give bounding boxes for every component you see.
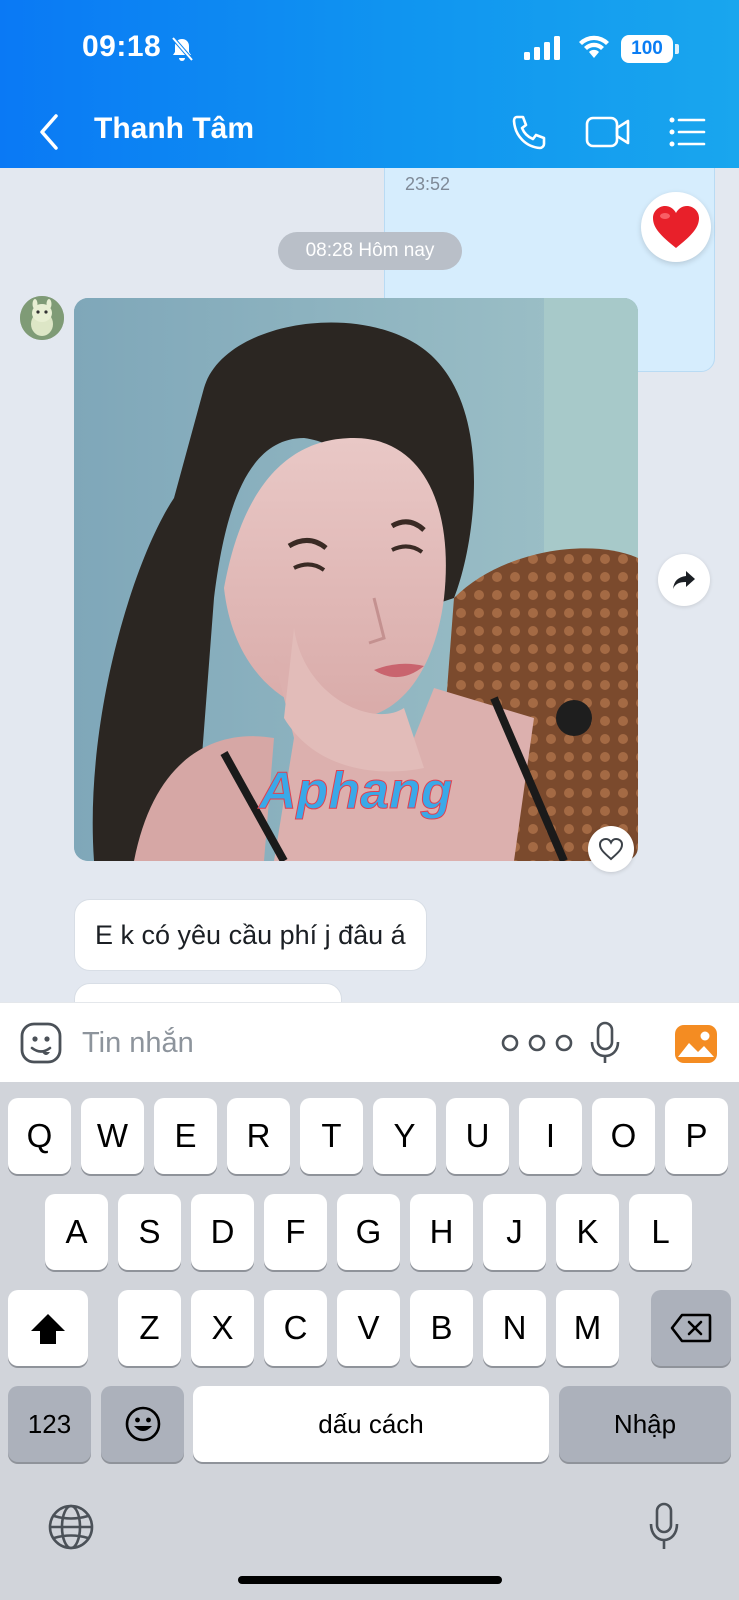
key-k[interactable]: K — [556, 1194, 619, 1270]
phone-icon[interactable] — [508, 112, 550, 152]
message-input-bar — [0, 1002, 739, 1083]
shift-key[interactable] — [8, 1290, 88, 1366]
key-y[interactable]: Y — [373, 1098, 436, 1174]
home-indicator[interactable] — [238, 1576, 502, 1584]
avatar[interactable] — [20, 296, 64, 340]
more-icon[interactable] — [498, 1029, 576, 1057]
key-e[interactable]: E — [154, 1098, 217, 1174]
back-icon[interactable] — [30, 110, 70, 154]
photo-message[interactable]: Aphang — [74, 298, 638, 861]
key-g[interactable]: G — [337, 1194, 400, 1270]
key-h[interactable]: H — [410, 1194, 473, 1270]
share-button[interactable] — [658, 554, 710, 606]
key-j[interactable]: J — [483, 1194, 546, 1270]
emoji-keyboard-key[interactable] — [101, 1386, 184, 1462]
numbers-key[interactable]: 123 — [8, 1386, 91, 1462]
key-s[interactable]: S — [118, 1194, 181, 1270]
backspace-icon — [670, 1313, 712, 1343]
globe-icon[interactable] — [48, 1504, 94, 1550]
key-o[interactable]: O — [592, 1098, 655, 1174]
signal-icon — [524, 36, 560, 60]
heart-icon — [653, 206, 699, 248]
key-z[interactable]: Z — [118, 1290, 181, 1366]
key-c[interactable]: C — [264, 1290, 327, 1366]
portrait-image: Aphang — [74, 298, 638, 861]
chat-messages[interactable]: 23:52 08:28 Hôm nay Aphang E k có yêu cầ… — [0, 168, 739, 1002]
like-button[interactable] — [588, 826, 634, 872]
key-w[interactable]: W — [81, 1098, 144, 1174]
shift-icon — [31, 1314, 65, 1344]
battery-cap — [675, 44, 679, 54]
image-icon[interactable] — [674, 1024, 718, 1064]
key-m[interactable]: M — [556, 1290, 619, 1366]
wifi-icon — [579, 35, 609, 58]
message-input[interactable] — [82, 1021, 462, 1065]
backspace-key[interactable] — [651, 1290, 731, 1366]
status-time: 09:18 — [82, 30, 162, 63]
bell-off-icon — [171, 36, 194, 62]
key-d[interactable]: D — [191, 1194, 254, 1270]
key-v[interactable]: V — [337, 1290, 400, 1366]
key-p[interactable]: P — [665, 1098, 728, 1174]
mic-icon[interactable] — [590, 1021, 620, 1065]
battery-icon: 100 — [621, 35, 673, 63]
avatar-image — [20, 296, 64, 340]
key-x[interactable]: X — [191, 1290, 254, 1366]
dictation-icon[interactable] — [648, 1502, 680, 1552]
key-r[interactable]: R — [227, 1098, 290, 1174]
return-key[interactable]: Nhập — [559, 1386, 731, 1462]
menu-icon[interactable] — [668, 112, 706, 152]
space-key[interactable]: dấu cách — [193, 1386, 549, 1462]
date-separator: 08:28 Hôm nay — [278, 232, 462, 270]
share-icon — [673, 571, 695, 589]
message-bubble[interactable]: E k có yêu cầu phí j đâu á — [74, 899, 427, 971]
message-time: 23:52 — [405, 174, 451, 194]
key-f[interactable]: F — [264, 1194, 327, 1270]
chat-header: 09:18 100 Thanh Tâm — [0, 0, 739, 168]
key-t[interactable]: T — [300, 1098, 363, 1174]
key-u[interactable]: U — [446, 1098, 509, 1174]
conversation-title[interactable]: Thanh Tâm — [94, 112, 254, 146]
key-l[interactable]: L — [629, 1194, 692, 1270]
key-b[interactable]: B — [410, 1290, 473, 1366]
key-i[interactable]: I — [519, 1098, 582, 1174]
photo-watermark: Aphang — [257, 762, 453, 820]
emoji-keyboard-icon — [125, 1406, 160, 1442]
reaction-badge[interactable] — [641, 192, 711, 262]
message-bubble-partial[interactable] — [74, 983, 342, 1002]
emoji-icon[interactable] — [20, 1022, 62, 1064]
keyboard: Q W E R T Y U I O P A S D F G H J K L Z … — [0, 1082, 739, 1600]
key-a[interactable]: A — [45, 1194, 108, 1270]
key-q[interactable]: Q — [8, 1098, 71, 1174]
like-icon — [598, 837, 624, 861]
key-n[interactable]: N — [483, 1290, 546, 1366]
video-icon[interactable] — [585, 112, 631, 152]
